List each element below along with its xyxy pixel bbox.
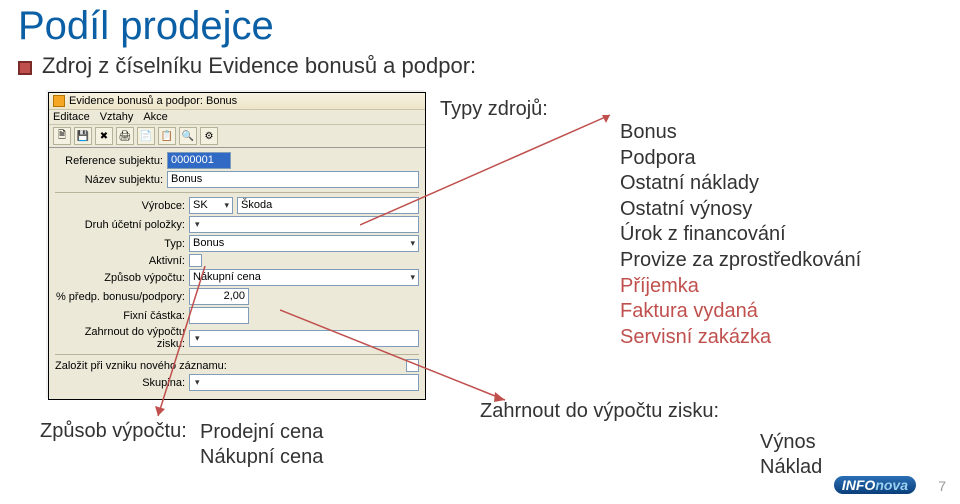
label-zalozit: Založit při vzniku nového záznamu: (55, 360, 402, 372)
field-fixni[interactable] (189, 307, 249, 324)
type-item: Bonus (620, 120, 861, 146)
field-skupina[interactable] (189, 374, 419, 391)
types-heading: Typy zdrojů: (440, 98, 548, 121)
menu-edit[interactable]: Editace (53, 111, 90, 123)
field-vyrobce-code[interactable]: SK (189, 197, 233, 214)
print-icon[interactable]: 🖨 (116, 127, 134, 145)
type-item: Podpora (620, 146, 861, 172)
field-zahrnout[interactable] (189, 330, 419, 347)
label-zpusob: Způsob výpočtu: (55, 272, 185, 284)
bullet-text: Zdroj z číselníku Evidence bonusů a podp… (42, 53, 476, 79)
search-icon[interactable]: 🔍 (179, 127, 197, 145)
form-body: Reference subjektu: 0000001 Název subjek… (49, 148, 425, 399)
bottom-zpusob-label: Způsob výpočtu: (40, 420, 187, 443)
label-druh: Druh účetní položky: (55, 219, 185, 231)
label-reference: Reference subjektu: (55, 155, 163, 167)
page-title: Podíl prodejce (0, 0, 960, 51)
type-item: Ostatní náklady (620, 171, 861, 197)
type-item: Provize za zprostředkování (620, 248, 861, 274)
opt-nakupni: Nákupní cena (200, 445, 323, 470)
types-list: Bonus Podpora Ostatní náklady Ostatní vý… (620, 120, 861, 350)
checkbox-zalozit[interactable] (406, 359, 419, 372)
type-item: Faktura vydaná (620, 299, 861, 325)
type-item: Úrok z financování (620, 222, 861, 248)
field-predp[interactable]: 2,00 (189, 288, 249, 305)
app-window: Evidence bonusů a podpor: Bonus Editace … (48, 92, 426, 400)
label-aktivni: Aktivní: (55, 255, 185, 267)
bottom-zahrnout-opts: Výnos Náklad (760, 430, 822, 480)
delete-icon[interactable]: ✖ (95, 127, 113, 145)
app-icon (53, 95, 65, 107)
checkbox-aktivni[interactable] (189, 254, 202, 267)
opt-prodejni: Prodejní cena (200, 420, 323, 445)
paste-icon[interactable]: 📋 (158, 127, 176, 145)
copy-icon[interactable]: 📄 (137, 127, 155, 145)
field-zpusob[interactable]: Nákupní cena (189, 269, 419, 286)
field-nazev[interactable]: Bonus (167, 171, 419, 188)
bottom-zpusob-opts: Prodejní cena Nákupní cena (200, 420, 323, 470)
label-nazev: Název subjektu: (55, 174, 163, 186)
save-icon[interactable]: 💾 (74, 127, 92, 145)
type-item: Servisní zakázka (620, 325, 861, 351)
bottom-zahrnout-label: Zahrnout do výpočtu zisku: (480, 400, 719, 423)
label-predp: % předp. bonusu/podpory: (55, 291, 185, 303)
window-title: Evidence bonusů a podpor: Bonus (69, 95, 237, 107)
logo: INFOnova (834, 476, 916, 494)
label-zahrnout: Zahrnout do výpočtu zisku: (55, 326, 185, 350)
menu-vztahy[interactable]: Vztahy (100, 111, 134, 123)
misc-icon[interactable]: ⚙ (200, 127, 218, 145)
label-typ: Typ: (55, 238, 185, 250)
toolbar: 🗎 💾 ✖ 🖨 📄 📋 🔍 ⚙ (49, 125, 425, 148)
page-number: 7 (938, 478, 946, 494)
type-item: Příjemka (620, 274, 861, 300)
field-vyrobce-name[interactable]: Škoda (237, 197, 419, 214)
label-vyrobce: Výrobce: (55, 200, 185, 212)
new-icon[interactable]: 🗎 (53, 127, 71, 145)
type-item: Ostatní výnosy (620, 197, 861, 223)
opt-naklad: Náklad (760, 455, 822, 480)
menu-akce[interactable]: Akce (143, 111, 167, 123)
bullet-row: Zdroj z číselníku Evidence bonusů a podp… (0, 51, 960, 85)
label-skupina: Skupina: (55, 377, 185, 389)
bullet-icon (18, 61, 32, 75)
field-druh[interactable] (189, 216, 419, 233)
label-fixni: Fixní částka: (55, 310, 185, 322)
menubar: Editace Vztahy Akce (49, 110, 425, 125)
window-titlebar: Evidence bonusů a podpor: Bonus (49, 93, 425, 110)
opt-vynos: Výnos (760, 430, 822, 455)
field-typ[interactable]: Bonus (189, 235, 419, 252)
field-reference[interactable]: 0000001 (167, 152, 231, 169)
